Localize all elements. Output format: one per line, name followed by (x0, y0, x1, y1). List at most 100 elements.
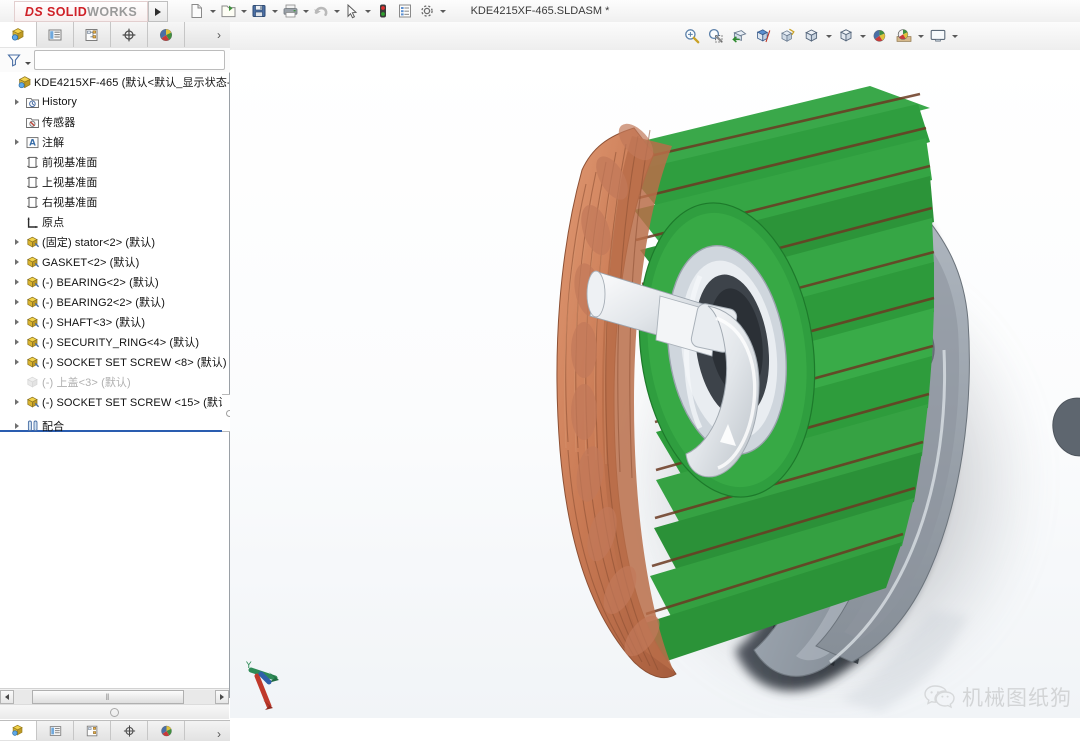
view-orientation-icon[interactable] (776, 25, 800, 47)
save-icon[interactable] (248, 1, 270, 21)
tree-item-label: 注解 (42, 137, 65, 149)
new-document-icon[interactable] (186, 1, 208, 21)
tree-item-bearing[interactable]: (-) BEARING<2> (默认) (0, 272, 229, 292)
tree-item-shaft[interactable]: (-) SHAFT<3> (默认) (0, 312, 229, 332)
undo-caret-icon[interactable] (332, 1, 341, 21)
tree-item-stator[interactable]: (固定) stator<2> (默认) (0, 232, 229, 252)
tree-item-label: 上视基准面 (42, 177, 98, 189)
previous-view-icon[interactable] (728, 25, 752, 47)
display-style-icon[interactable] (800, 25, 824, 47)
bottom-tab-property-manager[interactable] (37, 721, 74, 740)
expand-arrow-icon[interactable] (10, 232, 23, 252)
expand-arrow-icon[interactable] (10, 272, 23, 292)
scroll-left-button[interactable] (0, 690, 14, 704)
save-caret-icon[interactable] (270, 1, 279, 21)
section-view-icon[interactable] (752, 25, 776, 47)
solidworks-window: KDE4215XF-465.SLDASM * DS SOLIDWORKS › K… (0, 0, 1080, 741)
edit-appearance-icon[interactable] (868, 25, 892, 47)
options-caret-icon[interactable] (438, 1, 447, 21)
tree-item-sensors[interactable]: 传感器 (0, 112, 229, 132)
assembly-icon (15, 72, 34, 92)
menu-expand-button[interactable] (148, 1, 168, 22)
tab-display-manager[interactable] (148, 22, 185, 47)
rebuild-icon[interactable] (372, 1, 394, 21)
bottom-tab-dimxpert-manager[interactable] (111, 721, 148, 740)
expand-arrow-icon[interactable] (10, 132, 23, 152)
tree-item-label: 配合 (42, 421, 65, 433)
viewport-caret-icon[interactable] (950, 25, 960, 47)
bottom-tab-configuration-manager[interactable] (74, 721, 111, 740)
tree-item-right-plane[interactable]: 右视基准面 (0, 192, 229, 212)
graphics-viewport[interactable]: Y 机械图纸狗 (230, 50, 1080, 718)
filter-funnel-icon[interactable] (4, 49, 24, 71)
tree-item-gasket[interactable]: GASKET<2> (默认) (0, 252, 229, 272)
tab-feature-manager[interactable] (0, 22, 37, 47)
expand-arrow-icon[interactable] (10, 252, 23, 272)
hide-show-caret-icon[interactable] (858, 25, 868, 47)
apply-scene-caret-icon[interactable] (916, 25, 926, 47)
tree-item-annotations[interactable]: A 注解 (0, 132, 229, 152)
undo-icon[interactable] (310, 1, 332, 21)
expand-arrow-icon[interactable] (10, 292, 23, 312)
tree-item-origin[interactable]: 原点 (0, 212, 229, 232)
zoom-to-area-icon[interactable] (704, 25, 728, 47)
viewport-icon[interactable] (926, 25, 950, 47)
tree-item-front-plane[interactable]: 前视基准面 (0, 152, 229, 172)
hide-show-items-icon[interactable] (834, 25, 858, 47)
scroll-thumb[interactable]: ‖ (32, 690, 184, 704)
tree-item-label: (-) BEARING2<2> (默认) (42, 297, 166, 309)
scroll-track[interactable]: ‖ (14, 690, 215, 704)
bottom-tabs-overflow[interactable]: › (208, 721, 230, 746)
open-document-caret-icon[interactable] (239, 1, 248, 21)
tree-item-mates[interactable]: 配合 (0, 416, 229, 436)
tree-horizontal-scrollbar[interactable]: ‖ (0, 688, 229, 705)
tree-item-label: (-) SECURITY_RING<4> (默认) (42, 337, 200, 349)
expand-arrow-icon[interactable] (10, 332, 23, 352)
tree-item-top-plane[interactable]: 上视基准面 (0, 172, 229, 192)
options-gear-icon[interactable] (416, 1, 438, 21)
panel-resize-grip[interactable] (0, 704, 229, 719)
tab-configuration-manager[interactable] (74, 22, 111, 47)
tree-item-label: (-) SHAFT<3> (默认) (42, 317, 146, 329)
tab-property-manager[interactable] (37, 22, 74, 47)
logo-works-text: WORKS (87, 4, 138, 19)
expand-arrow-icon[interactable] (10, 392, 23, 412)
triad-y-label: Y (245, 661, 252, 671)
print-icon[interactable] (279, 1, 301, 21)
tree-item-top-cover[interactable]: (-) 上盖<3> (默认) (0, 372, 229, 392)
select-cursor-caret-icon[interactable] (363, 1, 372, 21)
scroll-right-button[interactable] (215, 690, 229, 704)
expand-arrow-icon[interactable] (10, 416, 23, 436)
plane-icon (23, 172, 42, 192)
zoom-to-fit-icon[interactable] (680, 25, 704, 47)
tab-dimxpert-manager[interactable] (111, 22, 148, 47)
file-properties-icon[interactable] (394, 1, 416, 21)
select-cursor-icon[interactable] (341, 1, 363, 21)
bottom-tab-feature-manager[interactable] (0, 721, 37, 740)
filter-dropdown-caret-icon[interactable] (24, 49, 32, 71)
tree-item-history[interactable]: History (0, 92, 229, 112)
tree-item-security-ring[interactable]: (-) SECURITY_RING<4> (默认) (0, 332, 229, 352)
tree-item-label: 前视基准面 (42, 157, 98, 169)
print-caret-icon[interactable] (301, 1, 310, 21)
component-icon (23, 312, 42, 332)
manager-tabs-overflow[interactable]: › (208, 22, 230, 47)
assembly-root[interactable]: KDE4215XF-465 (默认<默认_显示状态-1 (0, 72, 229, 92)
configuration-icon (85, 28, 98, 41)
tree-item-bearing2[interactable]: (-) BEARING2<2> (默认) (0, 292, 229, 312)
grip-dot-icon (110, 707, 119, 717)
tree-item-socket-set-screw-15[interactable]: (-) SOCKET SET SCREW <15> (默认) (0, 392, 229, 412)
bottom-manager-tab-strip: › (0, 720, 230, 741)
feature-filter-input[interactable] (34, 50, 225, 70)
tree-item-socket-set-screw-8[interactable]: (-) SOCKET SET SCREW <8> (默认) (0, 352, 229, 372)
display-style-caret-icon[interactable] (824, 25, 834, 47)
expand-arrow-icon[interactable] (10, 352, 23, 372)
solidworks-logo[interactable]: DS SOLIDWORKS (14, 1, 148, 22)
apply-scene-icon[interactable] (892, 25, 916, 47)
new-document-caret-icon[interactable] (208, 1, 217, 21)
bottom-tab-display-manager[interactable] (148, 721, 185, 740)
expand-arrow-icon[interactable] (10, 312, 23, 332)
open-document-icon[interactable] (217, 1, 239, 21)
design-tree: KDE4215XF-465 (默认<默认_显示状态-1 History 传感器 … (0, 72, 229, 688)
expand-arrow-icon[interactable] (10, 92, 23, 112)
